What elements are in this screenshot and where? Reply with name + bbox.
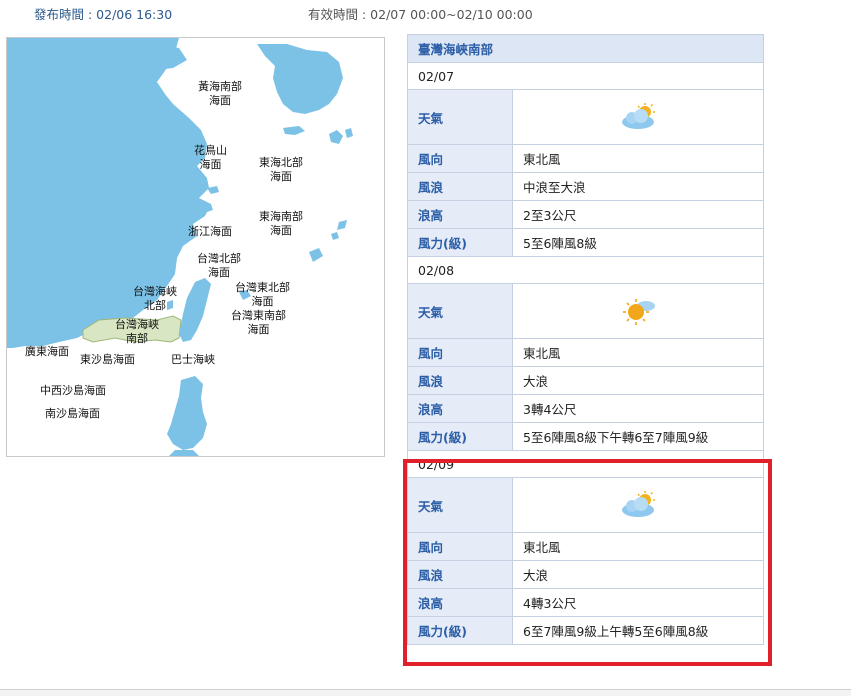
wave-height-label: 浪高 <box>407 394 513 423</box>
label-huaniao-sea[interactable]: 花鳥山 海面 <box>194 144 227 172</box>
waves-label: 風浪 <box>407 560 513 589</box>
label-zhongxisha-sea[interactable]: 中西沙島海面 <box>40 384 106 398</box>
weather-cell <box>512 283 764 339</box>
forecast-table: 臺灣海峽南部 02/07 天氣 風向 東北風 風浪 中浪至大浪 浪高 2至3公尺 <box>407 34 764 645</box>
label-taiwan-northeast-sea[interactable]: 台灣東北部 海面 <box>235 281 290 309</box>
date-header: 02/08 <box>407 256 764 284</box>
date-header: 02/09 <box>407 450 764 478</box>
weather-cell <box>512 477 764 533</box>
sea-area-map[interactable]: 黃海南部 海面 花鳥山 海面 東海北部 海面 東海南部 海面 浙江海面 台灣北部… <box>6 37 385 457</box>
wind-direction-value: 東北風 <box>512 338 764 367</box>
wind-force-value: 6至7陣風9級上午轉5至6陣風8級 <box>512 616 764 645</box>
luzon-island <box>167 376 207 450</box>
wave-height-label: 浪高 <box>407 588 513 617</box>
label-taiwan-north-sea[interactable]: 台灣北部 海面 <box>197 252 241 280</box>
label-bashi-channel[interactable]: 巴士海峽 <box>171 353 215 367</box>
weather-label: 天氣 <box>407 89 513 145</box>
valid-time: 有效時間 : 02/07 00:00~02/10 00:00 <box>308 7 533 22</box>
waves-value: 大浪 <box>512 560 764 589</box>
date-header: 02/07 <box>407 62 764 90</box>
region-title: 臺灣海峽南部 <box>407 34 764 63</box>
korea-peninsula <box>257 44 343 114</box>
label-yellow-sea-south[interactable]: 黃海南部 海面 <box>198 80 242 108</box>
waves-label: 風浪 <box>407 366 513 395</box>
wave-height-value: 2至3公尺 <box>512 200 764 229</box>
wind-force-label: 風力(級) <box>407 228 513 257</box>
wave-height-value: 4轉3公尺 <box>512 588 764 617</box>
waves-value: 大浪 <box>512 366 764 395</box>
label-dongsha-sea[interactable]: 東沙島海面 <box>80 353 135 367</box>
issued-time: 發布時間 : 02/06 16:30 <box>34 7 173 22</box>
label-strait-south[interactable]: 台灣海峽 南部 <box>115 318 159 346</box>
taiwan-island <box>179 278 211 342</box>
weather-label: 天氣 <box>407 477 513 533</box>
wind-direction-label: 風向 <box>407 144 513 173</box>
wind-direction-value: 東北風 <box>512 144 764 173</box>
wave-height-value: 3轉4公尺 <box>512 394 764 423</box>
label-east-sea-north[interactable]: 東海北部 海面 <box>259 156 303 184</box>
label-taiwan-southeast-sea[interactable]: 台灣東南部 海面 <box>231 309 286 337</box>
waves-value: 中浪至大浪 <box>512 172 764 201</box>
cloudy-sun-icon <box>622 491 655 517</box>
ryukyu-1 <box>337 220 347 230</box>
wind-direction-label: 風向 <box>407 338 513 367</box>
wave-height-label: 浪高 <box>407 200 513 229</box>
wind-force-label: 風力(級) <box>407 422 513 451</box>
ryukyu-3 <box>309 248 323 262</box>
wind-force-label: 風力(級) <box>407 616 513 645</box>
jeju-island <box>283 126 305 135</box>
wind-direction-value: 東北風 <box>512 532 764 561</box>
label-strait-north[interactable]: 台灣海峽 北部 <box>133 285 177 313</box>
wind-force-value: 5至6陣風8級 <box>512 228 764 257</box>
weather-label: 天氣 <box>407 283 513 339</box>
luzon-south <box>169 450 199 456</box>
label-nansha-sea[interactable]: 南沙島海面 <box>45 407 100 421</box>
label-east-sea-south[interactable]: 東海南部 海面 <box>259 210 303 238</box>
ryukyu-2 <box>331 232 339 240</box>
weather-cell <box>512 89 764 145</box>
sun-cloud-icon <box>623 299 655 325</box>
cloudy-sun-icon <box>622 103 655 129</box>
kyushu-islands <box>329 128 353 144</box>
label-guangdong-sea[interactable]: 廣東海面 <box>25 345 69 359</box>
label-zhejiang-sea[interactable]: 浙江海面 <box>188 225 232 239</box>
mainland-landmass <box>7 38 211 348</box>
wind-direction-label: 風向 <box>407 532 513 561</box>
waves-label: 風浪 <box>407 172 513 201</box>
wind-force-value: 5至6陣風8級下午轉6至7陣風9級 <box>512 422 764 451</box>
